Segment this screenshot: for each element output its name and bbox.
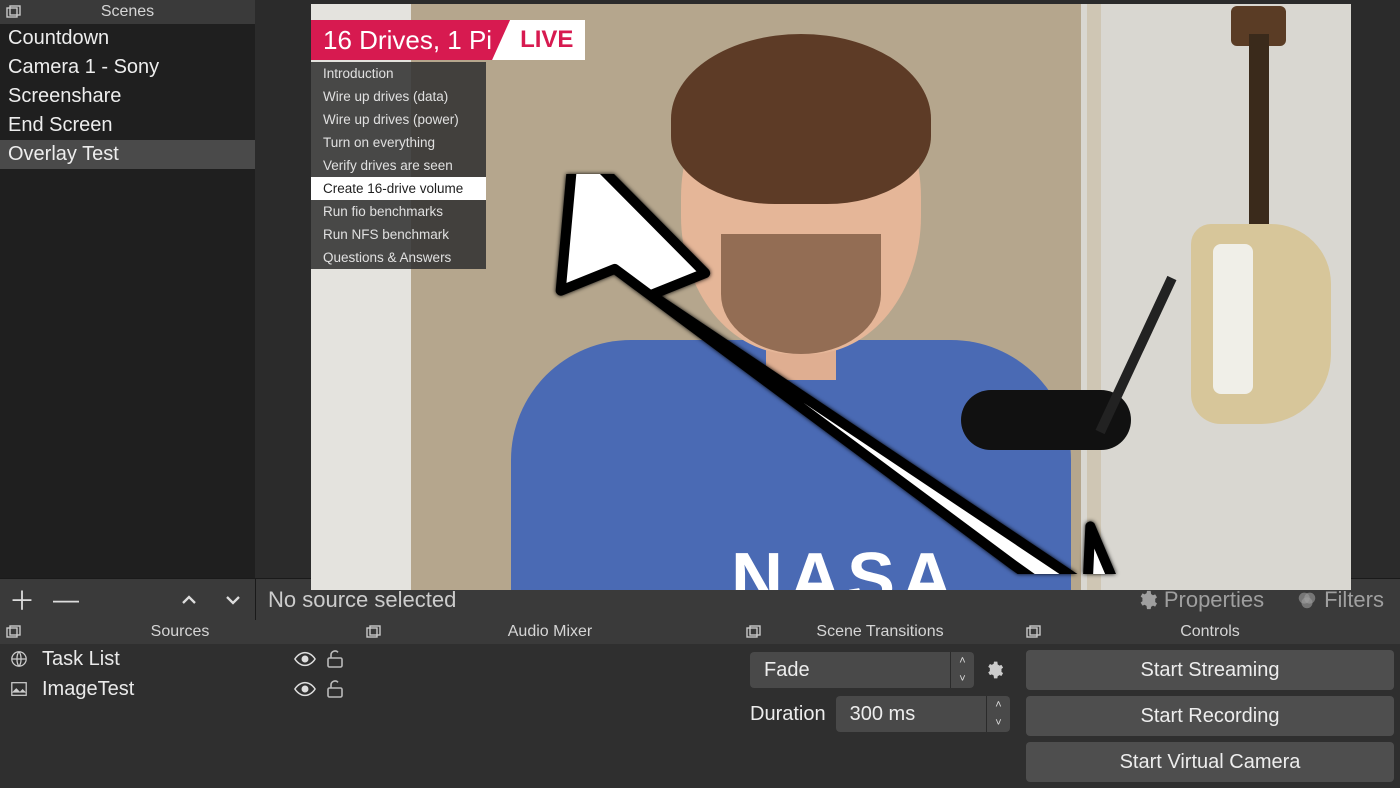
filters-button[interactable]: Filters [1280,587,1400,613]
task-item: Run fio benchmarks [311,200,486,223]
popout-icon[interactable] [1024,623,1044,641]
visibility-toggle[interactable] [290,681,320,697]
task-item: Turn on everything [311,131,486,154]
scene-transitions-panel: Scene Transitions Fade ˄˅ Duration 300 m… [740,620,1020,788]
scene-item[interactable]: Screenshare [0,82,255,111]
sources-panel: Sources Task List ImageTest [0,620,360,788]
task-item: Create 16-drive volume [311,177,486,200]
task-list-overlay: IntroductionWire up drives (data)Wire up… [311,62,486,269]
scene-item[interactable]: End Screen [0,111,255,140]
add-button[interactable]: ＋ [0,579,44,621]
task-item: Wire up drives (power) [311,108,486,131]
duration-input[interactable]: 300 ms [836,696,986,732]
source-name: Task List [32,648,290,671]
scenes-panel: Scenes CountdownCamera 1 - SonyScreensha… [0,0,255,578]
start-virtual-camera-button[interactable]: Start Virtual Camera [1026,742,1394,782]
source-status: No source selected [256,587,1120,613]
mixer-title: Audio Mixer [360,623,740,641]
remove-button[interactable]: — [44,579,88,621]
scene-list: CountdownCamera 1 - SonyScreenshareEnd S… [0,24,255,578]
move-up-button[interactable] [167,579,211,621]
start-streaming-button[interactable]: Start Streaming [1026,650,1394,690]
duration-label: Duration [750,703,826,726]
task-item: Verify drives are seen [311,154,486,177]
stream-title: 16 Drives, 1 Pi [311,20,510,60]
controls-title: Controls [1020,623,1400,641]
controls-panel: Controls Start Streaming Start Recording S… [1020,620,1400,788]
visibility-toggle[interactable] [290,651,320,667]
scene-item[interactable]: Countdown [0,24,255,53]
transitions-title: Scene Transitions [740,623,1020,641]
lock-toggle[interactable] [320,679,350,699]
gear-icon [1136,589,1158,611]
image-icon [10,680,32,698]
source-item[interactable]: Task List [0,644,360,674]
task-item: Introduction [311,62,486,85]
shirt-logo: NASA [731,538,959,590]
task-item: Questions & Answers [311,246,486,269]
popout-icon[interactable] [364,623,384,641]
lock-toggle[interactable] [320,649,350,669]
move-down-button[interactable] [211,579,255,621]
popout-icon[interactable] [744,623,764,641]
source-item[interactable]: ImageTest [0,674,360,704]
scene-item[interactable]: Overlay Test [0,140,255,169]
properties-button[interactable]: Properties [1120,587,1280,613]
task-item: Wire up drives (data) [311,85,486,108]
duration-stepper[interactable]: ˄˅ [986,696,1010,732]
stream-title-overlay: 16 Drives, 1 Pi LIVE [311,20,585,60]
audio-mixer-panel: Audio Mixer [360,620,740,788]
gear-icon [984,660,1004,680]
transition-select-arrows[interactable]: ˄˅ [950,652,974,688]
preview-area: NASA 16 Drives, 1 Pi LIVE IntroductionWi… [255,0,1400,578]
scene-item[interactable]: Camera 1 - Sony [0,53,255,82]
scenes-header: Scenes [0,0,255,24]
transition-settings-button[interactable] [978,652,1010,688]
sources-title: Sources [0,623,360,641]
task-item: Run NFS benchmark [311,223,486,246]
filters-icon [1296,589,1318,611]
source-name: ImageTest [32,678,290,701]
popout-icon[interactable] [4,623,24,641]
start-recording-button[interactable]: Start Recording [1026,696,1394,736]
popout-icon[interactable] [4,3,24,21]
program-preview[interactable]: NASA 16 Drives, 1 Pi LIVE IntroductionWi… [311,4,1351,590]
globe-icon [10,650,32,668]
transition-select[interactable]: Fade [750,652,950,688]
scenes-title: Scenes [0,3,255,21]
